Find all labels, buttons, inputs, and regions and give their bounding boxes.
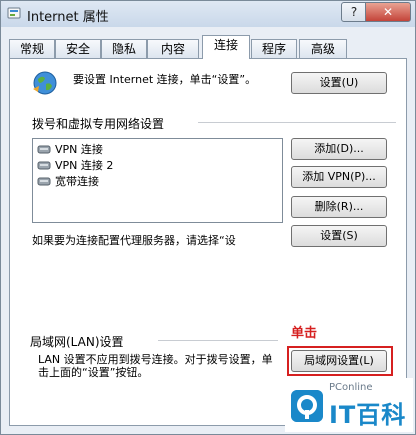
pconline-logo-icon [291, 390, 323, 422]
watermark-brand: IT百科 [329, 401, 407, 429]
internet-properties-window: Internet 属性 ? ✕ 常规 安全 隐私 内容 连接 程序 高级 要设置… [0, 0, 416, 435]
dialup-connection-icon [37, 145, 51, 154]
setup-button[interactable]: 设置(U) [291, 72, 387, 94]
help-button[interactable]: ? [341, 2, 367, 22]
tab-privacy[interactable]: 隐私 [101, 39, 147, 58]
window-title: Internet 属性 [27, 10, 109, 25]
tab-security[interactable]: 安全 [55, 39, 101, 58]
remove-connection-button[interactable]: 删除(R)... [291, 196, 387, 218]
tab-advanced[interactable]: 高级 [299, 39, 347, 58]
lan-section-title: 局域网(LAN)设置 [30, 335, 124, 349]
internet-options-icon [7, 7, 21, 19]
tab-programs[interactable]: 程序 [251, 39, 297, 58]
connection-settings-button[interactable]: 设置(S) [291, 225, 387, 247]
add-vpn-button[interactable]: 添加 VPN(P)... [291, 166, 387, 188]
add-connection-button[interactable]: 添加(D)... [291, 138, 387, 160]
setup-instruction-text: 要设置 Internet 连接，单击“设置”。 [73, 73, 257, 86]
tab-general[interactable]: 常规 [9, 39, 55, 58]
watermark: PConline IT百科 [285, 378, 413, 432]
dialup-divider [198, 122, 396, 123]
lan-settings-button[interactable]: 局域网设置(L) [291, 350, 387, 372]
tab-connections[interactable]: 连接 [202, 35, 250, 59]
connection-list[interactable]: VPN 连接 VPN 连接 2 宽带连接 [32, 138, 283, 223]
globe-network-icon [33, 71, 57, 95]
click-annotation: 单击 [291, 326, 318, 341]
lan-instruction-text: LAN 设置不应用到拨号连接。对于拨号设置，单击上面的“设置”按钮。 [38, 353, 273, 379]
dialup-connection-icon [37, 161, 51, 170]
close-button[interactable]: ✕ [365, 2, 411, 22]
watermark-site-name: PConline [329, 382, 373, 393]
lan-divider [158, 340, 278, 341]
dialup-connection-icon [37, 177, 51, 186]
connections-panel: 要设置 Internet 连接，单击“设置”。 设置(U) 拨号和虚拟专用网络设… [9, 58, 407, 426]
title-bar: Internet 属性 ? ✕ [1, 1, 415, 27]
tab-content[interactable]: 内容 [147, 39, 199, 58]
dialup-section-title: 拨号和虚拟专用网络设置 [32, 117, 165, 131]
proxy-instruction-text: 如果要为连接配置代理服务器，请选择“设 [32, 234, 236, 247]
